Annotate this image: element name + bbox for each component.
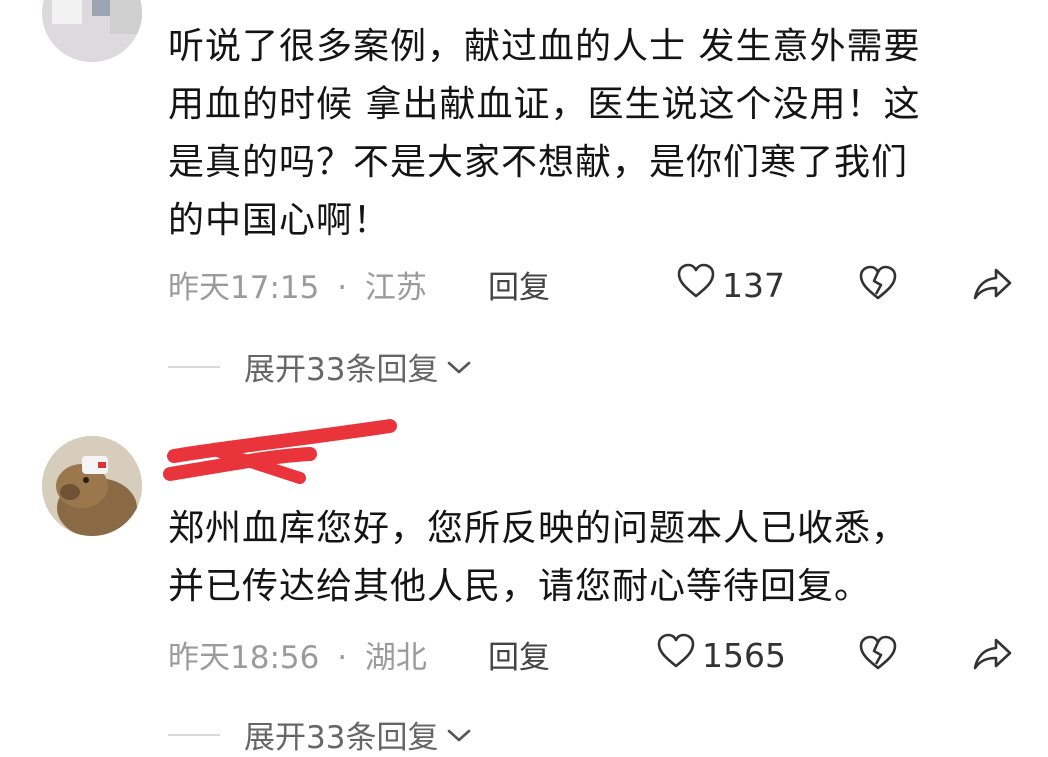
expand-replies-button[interactable]: 展开33条回复: [168, 344, 472, 389]
reply-button[interactable]: 回复: [488, 632, 550, 677]
share-arrow-icon[interactable]: [972, 636, 1014, 676]
divider-line: [168, 733, 220, 736]
broken-heart-icon[interactable]: [858, 634, 898, 676]
expand-replies-label: 展开33条回复: [244, 720, 439, 756]
comment-time: 昨天18:56: [168, 640, 320, 676]
broken-heart-icon[interactable]: [858, 264, 898, 306]
comment-text: 郑州血库您好，您所反映的问题本人已收悉， 并已传达给其他人民，请您耐心等待回复。: [168, 508, 909, 607]
divider-line: [168, 365, 220, 368]
comment-time: 昨天17:15: [168, 270, 320, 306]
like-button[interactable]: 137: [676, 262, 785, 308]
reply-button[interactable]: 回复: [488, 262, 550, 307]
comment-location: 江苏: [364, 270, 427, 306]
chevron-down-icon: [446, 717, 472, 753]
like-button[interactable]: 1565: [656, 632, 786, 678]
heart-outline-icon: [656, 632, 696, 678]
avatar[interactable]: [42, 436, 142, 536]
heart-outline-icon: [676, 262, 716, 308]
chevron-down-icon: [446, 349, 472, 385]
comment-text: 听说了很多案例，献过血的人士 发生意外需要 用血的时候 拿出献血证，医生说这个没…: [168, 26, 921, 241]
meta-separator: ·: [337, 270, 348, 306]
comment-meta: 昨天18:56 · 湖北: [168, 632, 427, 677]
share-arrow-icon[interactable]: [972, 266, 1014, 306]
like-count: 137: [722, 265, 785, 305]
comment-location: 湖北: [364, 640, 427, 676]
expand-replies-button[interactable]: 展开33条回复: [168, 712, 472, 757]
expand-replies-label: 展开33条回复: [244, 352, 439, 388]
meta-separator: ·: [337, 640, 348, 676]
comment-meta: 昨天17:15 · 江苏: [168, 262, 427, 307]
avatar[interactable]: [42, 0, 142, 62]
username-redaction: [163, 419, 397, 484]
like-count: 1565: [702, 635, 786, 675]
